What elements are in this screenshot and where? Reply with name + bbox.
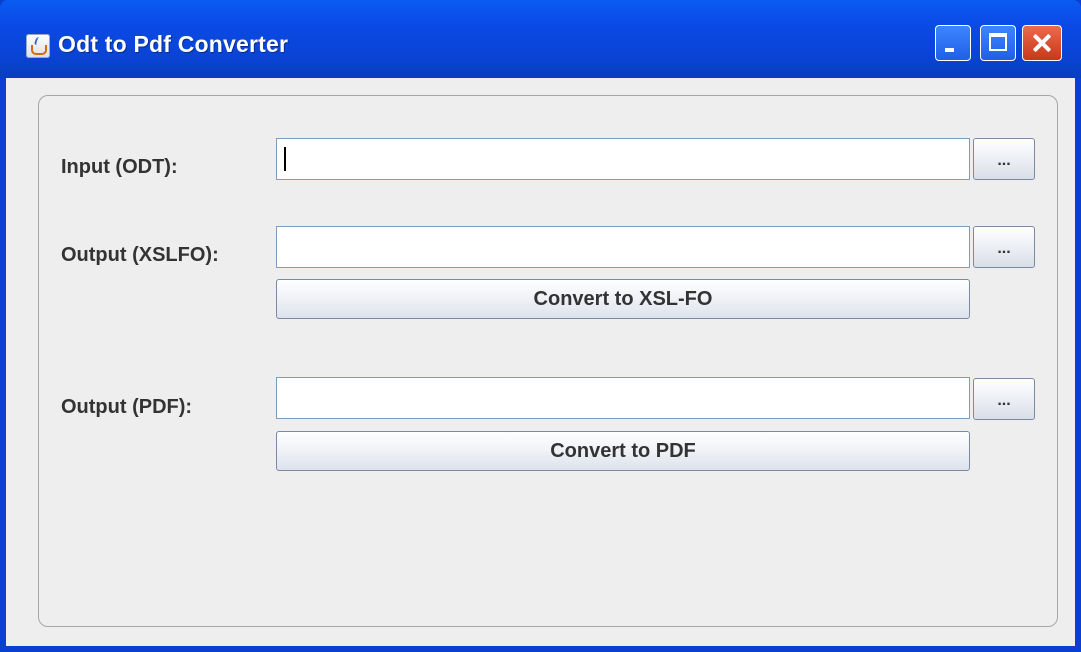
browse-output-pdf-button[interactable]: ... — [973, 378, 1035, 420]
close-icon — [1023, 26, 1061, 60]
minimize-icon — [945, 48, 954, 52]
convert-to-pdf-button[interactable]: Convert to PDF — [276, 431, 970, 471]
input-odt-field[interactable] — [276, 138, 970, 180]
window-content: Input (ODT): ... Output (XSLFO): ... Con… — [6, 78, 1075, 646]
maximize-button[interactable] — [980, 25, 1016, 61]
output-xslfo-label: Output (XSLFO): — [61, 244, 219, 266]
output-xslfo-field[interactable] — [276, 226, 970, 268]
browse-input-odt-button[interactable]: ... — [973, 138, 1035, 180]
output-pdf-field[interactable] — [276, 377, 970, 419]
input-odt-label: Input (ODT): — [61, 156, 178, 178]
minimize-button[interactable] — [935, 25, 971, 61]
window-title: Odt to Pdf Converter — [58, 31, 289, 57]
converter-panel: Input (ODT): ... Output (XSLFO): ... Con… — [38, 95, 1058, 627]
browse-output-xslfo-button[interactable]: ... — [973, 226, 1035, 268]
output-pdf-label: Output (PDF): — [61, 396, 193, 418]
convert-to-xslfo-button[interactable]: Convert to XSL-FO — [276, 279, 970, 319]
maximize-icon — [989, 33, 1007, 51]
java-cup-icon — [26, 34, 50, 58]
title-bar[interactable]: Odt to Pdf Converter — [0, 0, 1081, 78]
close-button[interactable] — [1022, 25, 1062, 61]
app-window: Odt to Pdf Converter Input (ODT): ... Ou… — [0, 0, 1081, 652]
text-caret — [284, 147, 286, 171]
